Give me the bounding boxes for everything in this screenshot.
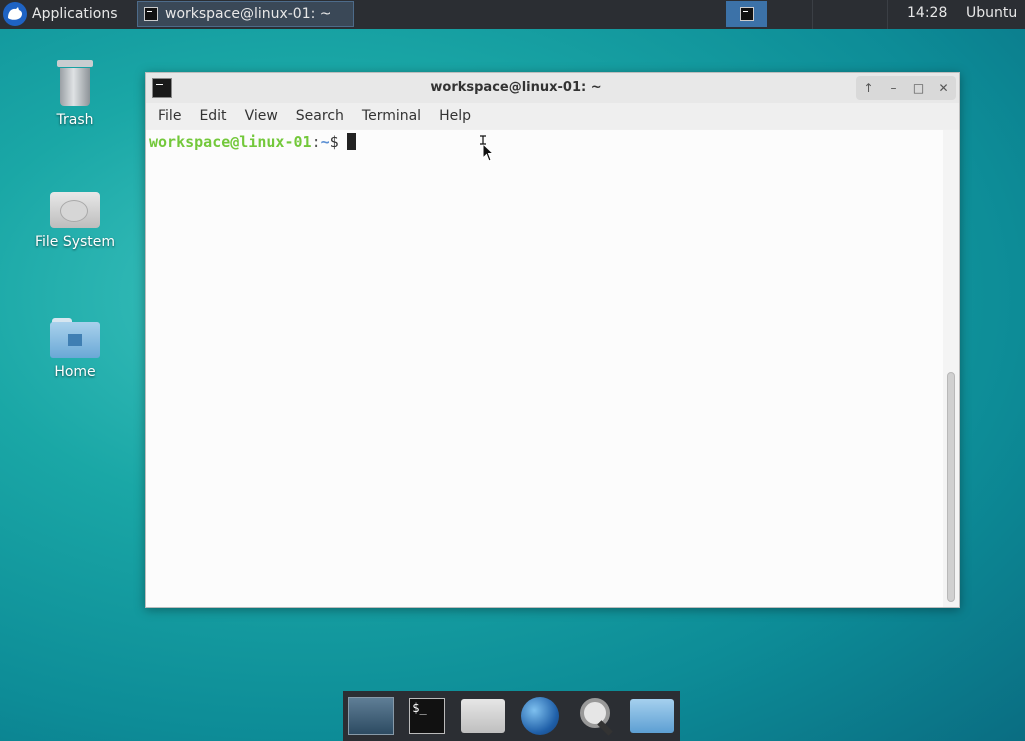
- globe-icon: [520, 697, 559, 735]
- hard-drive-icon: [50, 188, 100, 228]
- home-folder-icon: [461, 699, 506, 733]
- dock-home-folder[interactable]: [459, 693, 507, 739]
- maximize-button[interactable]: □: [909, 81, 929, 95]
- prompt-symbol: $: [329, 133, 339, 151]
- prompt-separator: :: [311, 133, 321, 151]
- trash-icon: [57, 60, 93, 106]
- panel-separator: [812, 0, 813, 29]
- menu-edit[interactable]: Edit: [199, 108, 226, 124]
- desktop-icon-label: Home: [54, 364, 96, 380]
- prompt-path: ~: [320, 133, 330, 151]
- scrollbar-thumb[interactable]: [947, 372, 955, 602]
- dock-web-browser[interactable]: [516, 693, 564, 739]
- xfce-mouse-logo-icon: [3, 2, 27, 26]
- desktop-icon-trash[interactable]: Trash: [25, 60, 125, 128]
- dock-file-manager[interactable]: [628, 693, 676, 739]
- folder-icon: [629, 699, 674, 733]
- desktop-icon-home[interactable]: Home: [25, 316, 125, 380]
- menu-help[interactable]: Help: [439, 108, 471, 124]
- ibeam-cursor-icon: [480, 135, 486, 145]
- shade-button[interactable]: ↑: [859, 81, 879, 95]
- terminal-window: workspace@linux-01: ~ ↑ – □ ✕ File Edit …: [145, 72, 960, 608]
- home-folder-icon: [50, 316, 100, 358]
- show-desktop-icon: [348, 697, 395, 735]
- window-title: workspace@linux-01: ~: [430, 80, 602, 95]
- terminal-icon: [144, 7, 158, 21]
- workspace-switcher[interactable]: [726, 1, 767, 27]
- menu-terminal[interactable]: Terminal: [362, 108, 421, 124]
- user-menu[interactable]: Ubuntu: [966, 5, 1017, 21]
- dock-terminal[interactable]: $_: [403, 693, 451, 739]
- terminal-output-area[interactable]: workspace@linux-01:~$: [146, 130, 943, 607]
- vertical-scrollbar[interactable]: [943, 130, 959, 607]
- text-cursor: [346, 133, 356, 150]
- menu-file[interactable]: File: [158, 108, 181, 124]
- window-titlebar[interactable]: workspace@linux-01: ~ ↑ – □ ✕: [146, 73, 959, 103]
- applications-menu-button[interactable]: Applications: [0, 0, 128, 28]
- prompt-user-host: workspace@linux-01: [149, 133, 312, 151]
- taskbar-window-button[interactable]: workspace@linux-01: ~: [137, 1, 354, 27]
- clock[interactable]: 14:28: [907, 5, 947, 21]
- menu-view[interactable]: View: [245, 108, 278, 124]
- menu-bar: File Edit View Search Terminal Help: [146, 103, 959, 129]
- dock-app-finder[interactable]: [572, 693, 620, 739]
- applications-label: Applications: [32, 6, 118, 22]
- magnifier-icon: [576, 696, 616, 736]
- minimize-button[interactable]: –: [884, 81, 904, 95]
- prompt-line: workspace@linux-01:~$: [149, 133, 356, 151]
- dock-show-desktop[interactable]: [347, 693, 395, 739]
- top-panel: Applications workspace@linux-01: ~ 14:28…: [0, 0, 1025, 29]
- terminal-icon: [739, 7, 754, 21]
- panel-separator: [887, 0, 888, 29]
- desktop-icon-label: File System: [34, 234, 116, 250]
- desktop-icon-file-system[interactable]: File System: [25, 188, 125, 250]
- dock: $_: [343, 691, 680, 741]
- menu-search[interactable]: Search: [296, 108, 344, 124]
- desktop-icon-label: Trash: [56, 112, 94, 128]
- close-button[interactable]: ✕: [934, 81, 954, 95]
- window-controls: ↑ – □ ✕: [856, 76, 956, 100]
- terminal-icon: $_: [409, 698, 446, 734]
- mouse-pointer-icon: [482, 143, 495, 162]
- taskbar-window-title: workspace@linux-01: ~: [165, 6, 332, 22]
